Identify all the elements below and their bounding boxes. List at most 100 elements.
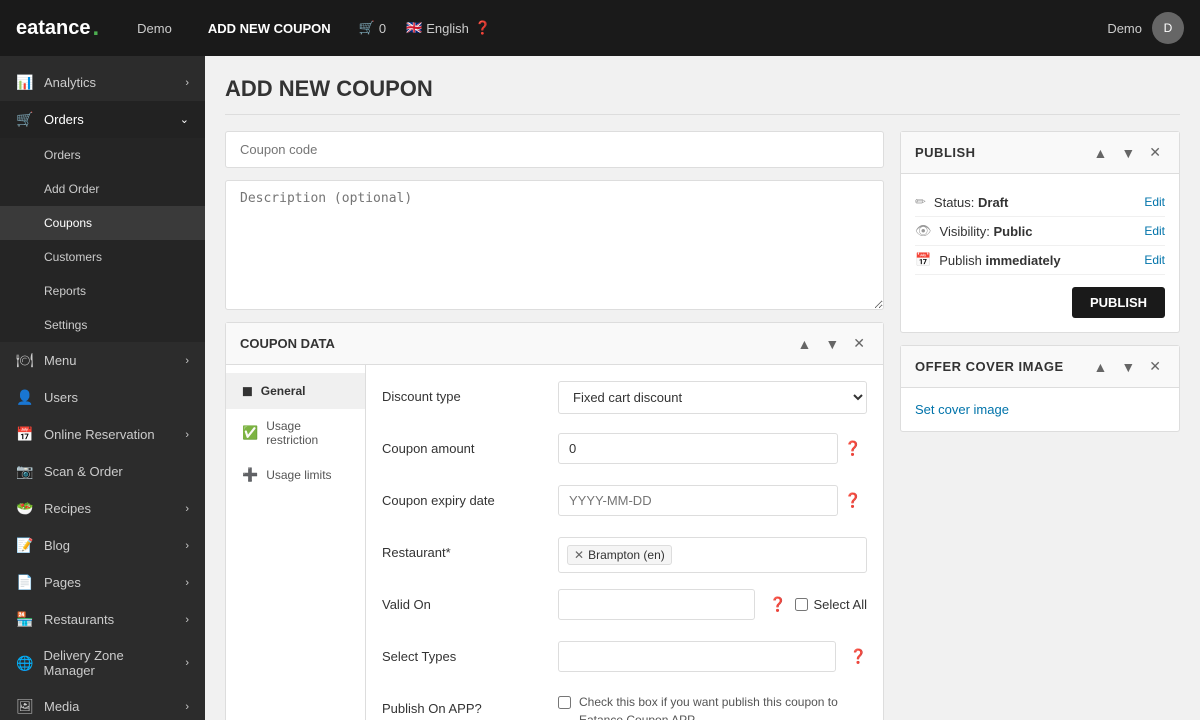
chevron-right-icon: › xyxy=(185,657,189,669)
delivery-icon: 🌐 xyxy=(16,655,34,672)
sidebar-item-reports[interactable]: Reports xyxy=(0,274,205,308)
sidebar-item-users[interactable]: 👤 Users xyxy=(0,379,205,416)
select-types-row: Select Types ❓ xyxy=(382,641,867,677)
nav-add-coupon[interactable]: ADD NEW COUPON xyxy=(200,17,339,40)
publish-app-checkbox[interactable] xyxy=(558,696,571,709)
discount-type-label: Discount type xyxy=(382,381,542,404)
tab-usage-limits[interactable]: ➕ Usage limits xyxy=(226,457,365,493)
sidebar-item-scan-order[interactable]: 📷 Scan & Order xyxy=(0,453,205,490)
select-types-input[interactable] xyxy=(558,641,836,672)
select-all-label: Select All xyxy=(795,597,867,612)
nav-demo[interactable]: Demo xyxy=(129,17,180,40)
chevron-right-icon: › xyxy=(185,614,189,626)
offer-panel-up[interactable]: ▲ xyxy=(1090,356,1112,377)
nav-right: Demo D xyxy=(1107,12,1184,44)
top-navigation: eatance. Demo ADD NEW COUPON 🛒 0 🇬🇧 Engl… xyxy=(0,0,1200,56)
nav-cart[interactable]: 🛒 0 xyxy=(359,20,386,36)
sidebar-item-orders[interactable]: 🛒 Orders ⌄ xyxy=(0,101,205,138)
select-types-help-icon[interactable]: ❓ xyxy=(850,648,867,665)
sidebar-item-add-order[interactable]: Add Order xyxy=(0,172,205,206)
sidebar-item-coupons[interactable]: Coupons xyxy=(0,206,205,240)
tab-general[interactable]: ◼ General xyxy=(226,373,365,409)
sidebar-item-blog[interactable]: 📝 Blog › xyxy=(0,527,205,564)
publish-body: ✏ Status: Draft Edit 👁 Visibility: Publi… xyxy=(901,174,1179,332)
panel-up-button[interactable]: ▲ xyxy=(794,334,816,354)
publish-panel-down[interactable]: ▼ xyxy=(1117,142,1139,163)
publish-app-text: Check this box if you want publish this … xyxy=(579,693,867,720)
chevron-right-icon: › xyxy=(185,355,189,367)
users-icon: 👤 xyxy=(16,389,34,406)
scan-icon: 📷 xyxy=(16,463,34,480)
panel-down-button[interactable]: ▼ xyxy=(821,334,843,354)
coupon-amount-input[interactable] xyxy=(558,433,838,464)
chevron-right-icon: › xyxy=(185,429,189,441)
reservation-icon: 📅 xyxy=(16,426,34,443)
page-title: ADD NEW COUPON xyxy=(225,76,1180,115)
discount-type-select[interactable]: Fixed cart discount Percentage discount … xyxy=(558,381,867,414)
set-cover-image-link[interactable]: Set cover image xyxy=(915,402,1009,417)
sidebar: 📊 Analytics › 🛒 Orders ⌄ Orders Add Orde… xyxy=(0,56,205,720)
limits-tab-icon: ➕ xyxy=(242,467,258,483)
restaurants-icon: 🏪 xyxy=(16,611,34,628)
coupon-amount-row: Coupon amount ❓ xyxy=(382,433,867,469)
visibility-edit-button[interactable]: Edit xyxy=(1144,224,1165,238)
coupon-expiry-input[interactable] xyxy=(558,485,838,516)
valid-on-help-icon[interactable]: ❓ xyxy=(769,596,786,613)
sidebar-item-customers[interactable]: Customers xyxy=(0,240,205,274)
offer-cover-header: OFFER COVER IMAGE ▲ ▼ ✕ xyxy=(901,346,1179,388)
offer-panel-down[interactable]: ▼ xyxy=(1117,356,1139,377)
publish-panel: PUBLISH ▲ ▼ ✕ ✏ Status: Draft xyxy=(900,131,1180,333)
select-all-checkbox[interactable] xyxy=(795,598,808,611)
sidebar-item-delivery-zone[interactable]: 🌐 Delivery Zone Manager › xyxy=(0,638,205,688)
publish-app-row: Publish On APP? Check this box if you wa… xyxy=(382,693,867,720)
chevron-right-icon: › xyxy=(185,540,189,552)
coupon-amount-help-icon[interactable]: ❓ xyxy=(844,440,861,457)
analytics-icon: 📊 xyxy=(16,74,34,91)
content-grid: COUPON DATA ▲ ▼ ✕ ◼ General xyxy=(225,131,1180,720)
sidebar-item-recipes[interactable]: 🥗 Recipes › xyxy=(0,490,205,527)
sidebar-item-settings[interactable]: Settings xyxy=(0,308,205,342)
publish-panel-up[interactable]: ▲ xyxy=(1090,142,1112,163)
coupon-form: Discount type Fixed cart discount Percen… xyxy=(366,365,883,720)
publish-button[interactable]: PUBLISH xyxy=(1072,287,1165,318)
chevron-down-icon: ⌄ xyxy=(180,113,189,126)
user-avatar[interactable]: D xyxy=(1152,12,1184,44)
offer-panel-close[interactable]: ✕ xyxy=(1145,356,1165,377)
publish-panel-header: PUBLISH ▲ ▼ ✕ xyxy=(901,132,1179,174)
restaurant-tag-input[interactable]: ✕ Brampton (en) xyxy=(558,537,867,573)
valid-on-input[interactable] xyxy=(558,589,755,620)
description-input[interactable] xyxy=(225,180,884,310)
pages-icon: 📄 xyxy=(16,574,34,591)
coupon-expiry-label: Coupon expiry date xyxy=(382,485,542,508)
nav-language[interactable]: 🇬🇧 English ❓ xyxy=(406,20,491,36)
panel-close-button[interactable]: ✕ xyxy=(849,333,869,354)
media-icon: 🖼 xyxy=(16,698,34,715)
publish-panel-close[interactable]: ✕ xyxy=(1145,142,1165,163)
chevron-right-icon: › xyxy=(185,503,189,515)
visibility-icon: 👁 xyxy=(915,223,932,239)
restaurant-row: Restaurant* ✕ Brampton (en) xyxy=(382,537,867,573)
sidebar-item-menu[interactable]: 🍽 Menu › xyxy=(0,342,205,379)
visibility-row: 👁 Visibility: Public Edit xyxy=(915,217,1165,246)
select-types-label: Select Types xyxy=(382,641,542,664)
logo: eatance. xyxy=(16,14,99,42)
sidebar-item-analytics[interactable]: 📊 Analytics › xyxy=(0,64,205,101)
sidebar-item-online-reservation[interactable]: 📅 Online Reservation › xyxy=(0,416,205,453)
chevron-right-icon: › xyxy=(185,577,189,589)
restaurant-label: Restaurant* xyxy=(382,537,542,560)
coupon-expiry-help-icon[interactable]: ❓ xyxy=(844,492,861,509)
restriction-tab-icon: ✅ xyxy=(242,425,258,441)
discount-type-control: Fixed cart discount Percentage discount … xyxy=(558,381,867,414)
publish-app-label: Publish On APP? xyxy=(382,693,542,716)
tab-usage-restriction[interactable]: ✅ Usage restriction xyxy=(226,409,365,457)
sidebar-item-restaurants[interactable]: 🏪 Restaurants › xyxy=(0,601,205,638)
status-icon: ✏ xyxy=(915,194,926,210)
status-edit-button[interactable]: Edit xyxy=(1144,195,1165,209)
publish-time-edit-button[interactable]: Edit xyxy=(1144,253,1165,267)
sidebar-item-orders-list[interactable]: Orders xyxy=(0,138,205,172)
restaurant-tag-remove[interactable]: ✕ xyxy=(574,548,584,562)
sidebar-item-media[interactable]: 🖼 Media › xyxy=(0,688,205,720)
sidebar-item-pages[interactable]: 📄 Pages › xyxy=(0,564,205,601)
coupon-code-input[interactable] xyxy=(225,131,884,168)
menu-icon: 🍽 xyxy=(16,352,34,369)
